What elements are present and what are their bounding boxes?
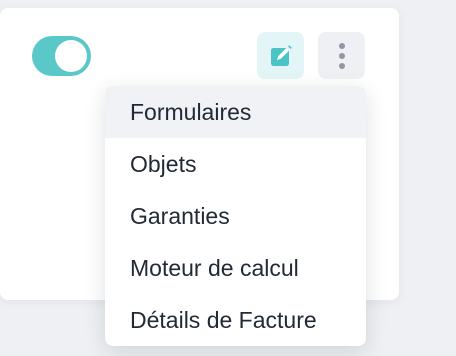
menu-item-objets[interactable]: Objets [105, 138, 366, 190]
menu-item-garanties[interactable]: Garanties [105, 190, 366, 242]
more-options-button[interactable] [318, 32, 365, 79]
page: Formulaires Objets Garanties Moteur de c… [0, 0, 456, 356]
more-vertical-icon [338, 42, 345, 69]
menu-item-moteur-de-calcul[interactable]: Moteur de calcul [105, 242, 366, 294]
enable-toggle[interactable] [32, 36, 91, 76]
menu-item-details-de-facture[interactable]: Détails de Facture [105, 294, 366, 346]
edit-button[interactable] [257, 32, 304, 79]
menu-item-formulaires[interactable]: Formulaires [105, 86, 366, 138]
dropdown-menu: Formulaires Objets Garanties Moteur de c… [105, 86, 366, 346]
toggle-knob [55, 40, 87, 72]
edit-icon [270, 44, 292, 66]
